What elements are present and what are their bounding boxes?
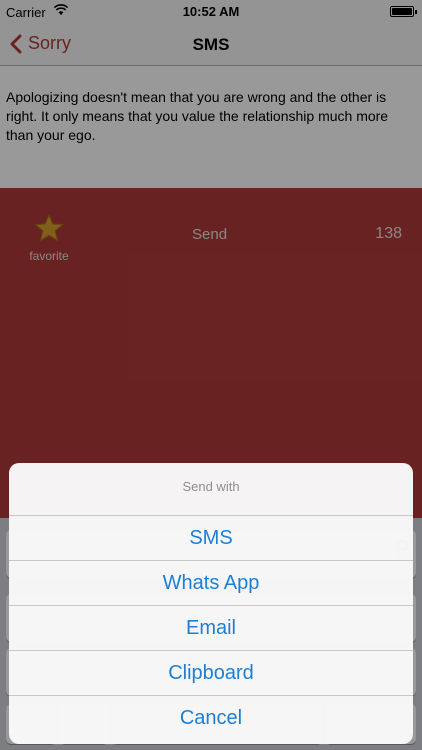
send-with-action-sheet: Send with SMS Whats App Email Clipboard …	[9, 463, 413, 744]
option-clipboard[interactable]: Clipboard	[9, 651, 413, 696]
option-email[interactable]: Email	[9, 606, 413, 651]
option-sms[interactable]: SMS	[9, 516, 413, 561]
cancel-button[interactable]: Cancel	[9, 696, 413, 741]
option-whatsapp[interactable]: Whats App	[9, 561, 413, 606]
action-sheet-title: Send with	[9, 463, 413, 516]
